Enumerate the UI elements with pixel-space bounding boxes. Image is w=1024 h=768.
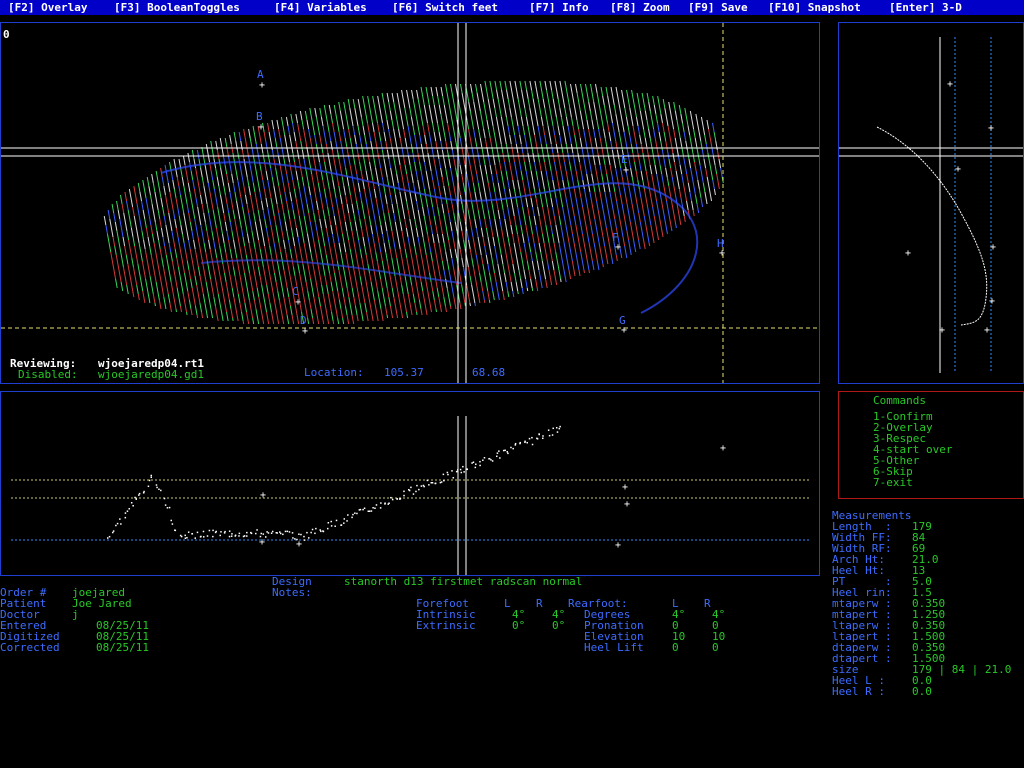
menu-snapshot[interactable]: [F10] Snapshot	[768, 2, 861, 13]
side-marker: +	[905, 248, 911, 259]
elev-marker: +	[624, 499, 630, 510]
side-marker: +	[984, 325, 990, 336]
landmark-marker: +	[719, 248, 725, 259]
extrinsic-r: 0°	[552, 619, 566, 632]
command-item[interactable]: 7-exit	[873, 477, 952, 488]
extrinsic-label: Extrinsic	[416, 619, 476, 632]
forefoot-r-header: R	[536, 597, 543, 610]
landmark-marker: +	[259, 80, 265, 91]
patient-value: Joe Jared	[72, 597, 132, 610]
measurement-row: Heel R : 0.0	[832, 686, 1012, 697]
menu-overlay[interactable]: [F2] Overlay	[8, 2, 87, 13]
landmark-marker: +	[615, 242, 621, 253]
side-marker: +	[989, 296, 995, 307]
notes-label: Notes:	[272, 586, 312, 599]
side-marker: +	[988, 123, 994, 134]
elev-marker: +	[259, 537, 265, 548]
corrected-value: 08/25/11	[96, 641, 149, 654]
measurement-label: Heel R :	[832, 685, 885, 698]
elev-profile-dots	[106, 425, 561, 541]
side-marker: +	[939, 325, 945, 336]
menu-switch-feet[interactable]: [F6] Switch feet	[392, 2, 498, 13]
commands-title: Commands	[873, 394, 926, 407]
rearfoot-row: Heel Lift 0 0	[584, 642, 744, 653]
corrected-label: Corrected	[0, 641, 60, 654]
scan-contour-plot[interactable]: A+B+C+D+E+F+G+H+	[1, 23, 819, 383]
side-profile-plot[interactable]: + + + + + + + +	[839, 23, 1023, 383]
menu-zoom[interactable]: [F8] Zoom	[610, 2, 670, 13]
measurement-value: 0.0	[912, 685, 932, 698]
landmark-marker: +	[623, 165, 629, 176]
disabled-file: wjoejaredp04.gd1	[98, 368, 204, 381]
scan-contour-lines	[103, 80, 724, 325]
landmark-marker: +	[621, 325, 627, 336]
rearfoot-label: Heel Lift	[584, 641, 644, 654]
elev-marker: +	[296, 539, 302, 550]
menu-save[interactable]: [F9] Save	[688, 2, 748, 13]
rearfoot-r-value: 0	[712, 641, 719, 654]
location-x: 105.37	[384, 366, 424, 379]
menu-variables[interactable]: [F4] Variables	[274, 2, 367, 13]
extrinsic-l: 0°	[512, 619, 526, 632]
elevation-profile-plot[interactable]: + + + + + + +	[1, 392, 819, 575]
forefoot-l-header: L	[504, 597, 511, 610]
landmark-marker: +	[302, 326, 308, 337]
location-y: 68.68	[472, 366, 506, 379]
rearfoot-rows: Degrees 4° 4° Pronation 0 0 Elevation 10 10 Heel …	[584, 609, 744, 653]
commands-list: 1-Confirm 2-Overlay 3-Respec 4-start over 5-…	[873, 411, 952, 488]
rearfoot-r-header: R	[704, 597, 711, 610]
menu-3d[interactable]: [Enter] 3-D	[889, 2, 962, 13]
elev-marker: +	[260, 490, 266, 501]
elev-marker: +	[615, 540, 621, 551]
measurements-list: Length :179 Width FF: 84 Width RF: 69 Arch Ht…	[832, 521, 1012, 697]
landmark-marker: +	[258, 122, 264, 133]
menu-info[interactable]: [F7] Info	[529, 2, 589, 13]
elev-marker: +	[622, 482, 628, 493]
rearfoot-l-value: 0	[672, 641, 679, 654]
commands-panel: Commands 1-Confirm 2-Overlay 3-Respec 4-sta…	[838, 391, 1024, 499]
side-marker: +	[947, 79, 953, 90]
doctor-value: j	[72, 608, 79, 621]
landmark-marker: +	[295, 297, 301, 308]
corner-label: 0	[3, 28, 10, 41]
side-marker: +	[955, 164, 961, 175]
side-profile-view[interactable]: + + + + + + + +	[838, 22, 1024, 384]
side-profile-curve	[876, 126, 988, 326]
elev-marker: +	[720, 443, 726, 454]
disabled-label: Disabled:	[18, 368, 78, 381]
plantar-scan-view[interactable]: A + B + C + D + E + F + G + H + 0 Reviewing: wjoejaredp…	[0, 22, 820, 384]
design-value: stanorth d13 firstmet radscan normal	[344, 575, 583, 588]
elevation-profile-view[interactable]: + + + + + + +	[0, 391, 820, 576]
location-label: Location:	[304, 366, 364, 379]
menu-bar: [F2] Overlay [F3] BooleanToggles [F4] Va…	[0, 0, 1024, 15]
menu-boolean-toggles[interactable]: [F3] BooleanToggles	[114, 2, 240, 13]
side-marker: +	[990, 242, 996, 253]
